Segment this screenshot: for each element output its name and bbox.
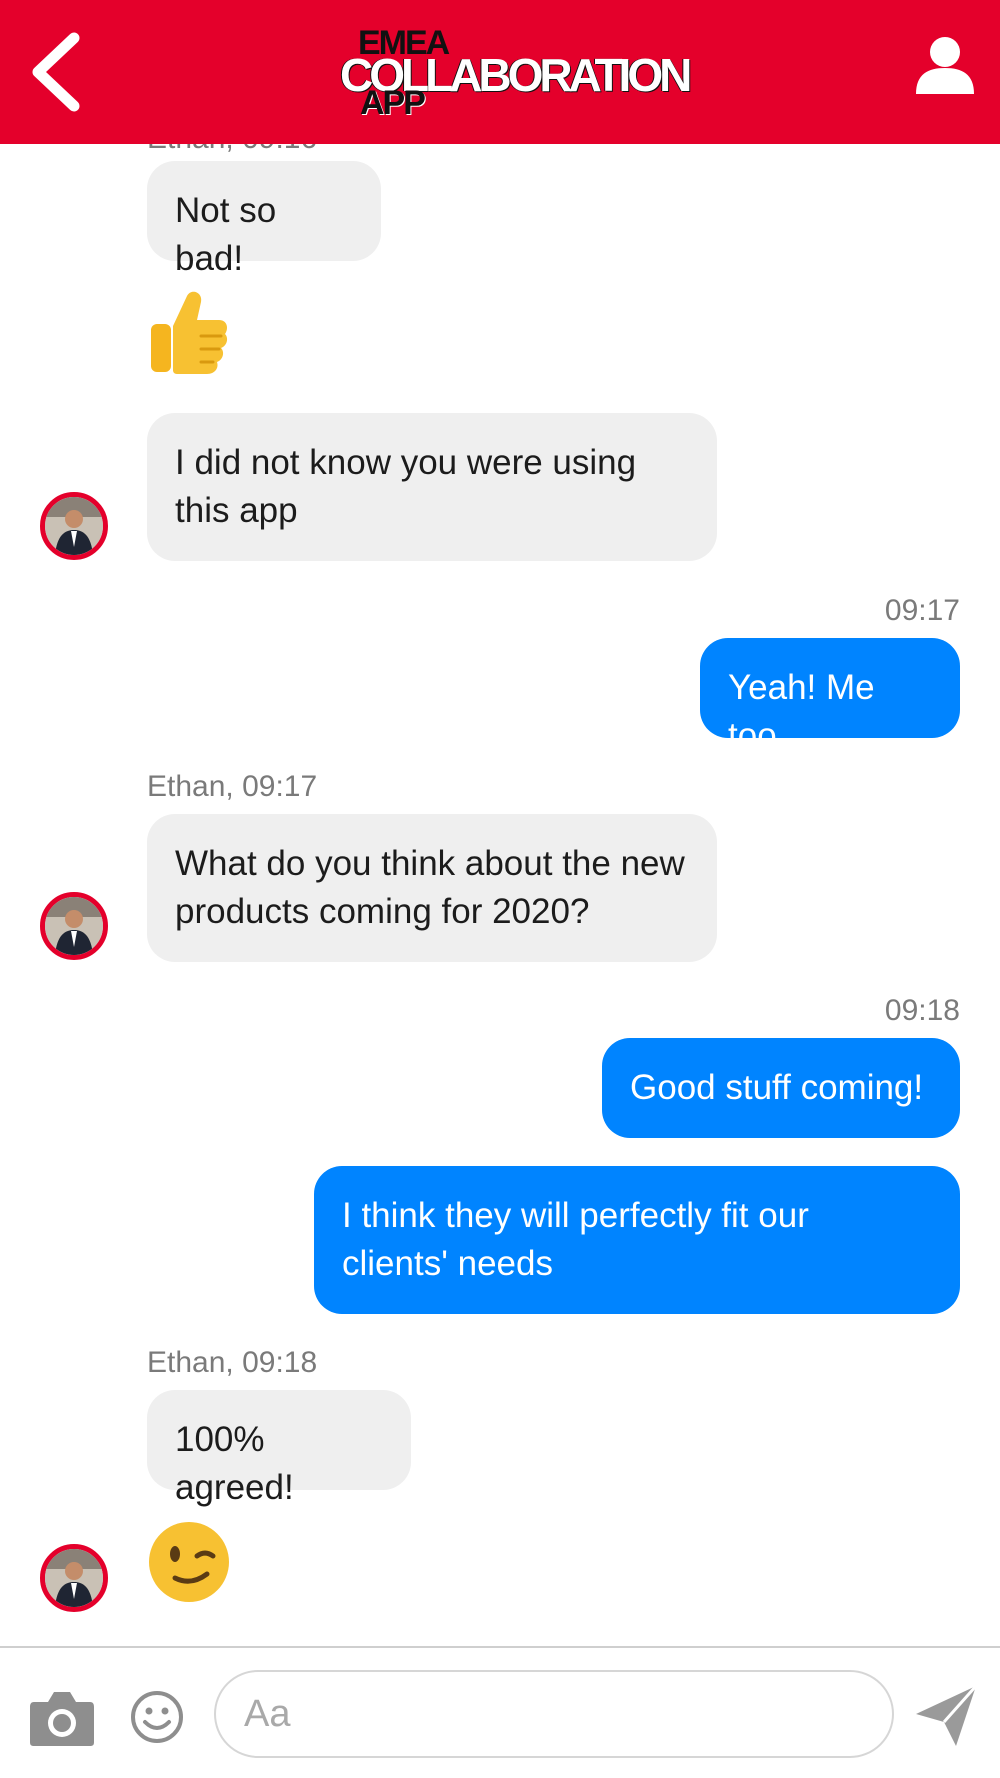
message-input[interactable] xyxy=(214,1670,894,1758)
avatar[interactable] xyxy=(40,892,108,960)
ethan-avatar-image xyxy=(45,1549,103,1607)
message-meta: Ethan, 09:17 xyxy=(147,770,318,803)
message-bubble-incoming[interactable]: Not so bad! xyxy=(147,161,381,278)
message-meta: 09:17 xyxy=(884,594,960,627)
message-bubble-incoming[interactable]: 100% agreed! xyxy=(147,1390,411,1507)
avatar[interactable] xyxy=(40,1544,108,1612)
profile-button[interactable] xyxy=(912,34,978,100)
chevron-left-icon xyxy=(32,32,80,112)
winking-face-emoji[interactable] xyxy=(147,1520,231,1609)
thumbs-up-emoji[interactable] xyxy=(147,286,229,381)
ethan-avatar-image xyxy=(45,497,103,555)
message-meta: Ethan, 09:16 xyxy=(147,144,317,156)
camera-button[interactable] xyxy=(28,1688,96,1748)
logo-line-app: APP xyxy=(360,84,426,122)
app-logo: EMEA COLLABORATION APP xyxy=(340,24,692,124)
message-meta: Ethan, 09:18 xyxy=(147,1346,318,1379)
camera-icon xyxy=(30,1692,94,1746)
message-bubble-outgoing[interactable]: Yeah! Me too xyxy=(700,638,960,755)
user-icon xyxy=(916,37,974,94)
avatar[interactable] xyxy=(40,492,108,560)
message-composer xyxy=(0,1646,1000,1778)
ethan-avatar-image xyxy=(45,897,103,955)
back-button[interactable] xyxy=(24,30,94,114)
message-bubble-outgoing[interactable]: Good stuff coming! xyxy=(602,1038,960,1138)
send-icon xyxy=(916,1685,978,1746)
emoji-button[interactable] xyxy=(130,1690,184,1744)
thumbs-up-icon xyxy=(151,291,228,374)
send-button[interactable] xyxy=(912,1682,980,1750)
smiley-icon xyxy=(131,1691,183,1743)
message-meta: 09:18 xyxy=(884,994,960,1027)
app-header: EMEA COLLABORATION APP xyxy=(0,0,1000,144)
message-bubble-incoming[interactable]: What do you think about the new products… xyxy=(147,814,717,962)
winking-face-icon xyxy=(149,1522,229,1602)
chat-thread[interactable]: Ethan, 09:16 Not so bad! I did not know … xyxy=(0,144,1000,1646)
message-bubble-outgoing[interactable]: I think they will perfectly fit our clie… xyxy=(314,1166,960,1314)
message-bubble-incoming[interactable]: I did not know you were using this app xyxy=(147,413,717,561)
